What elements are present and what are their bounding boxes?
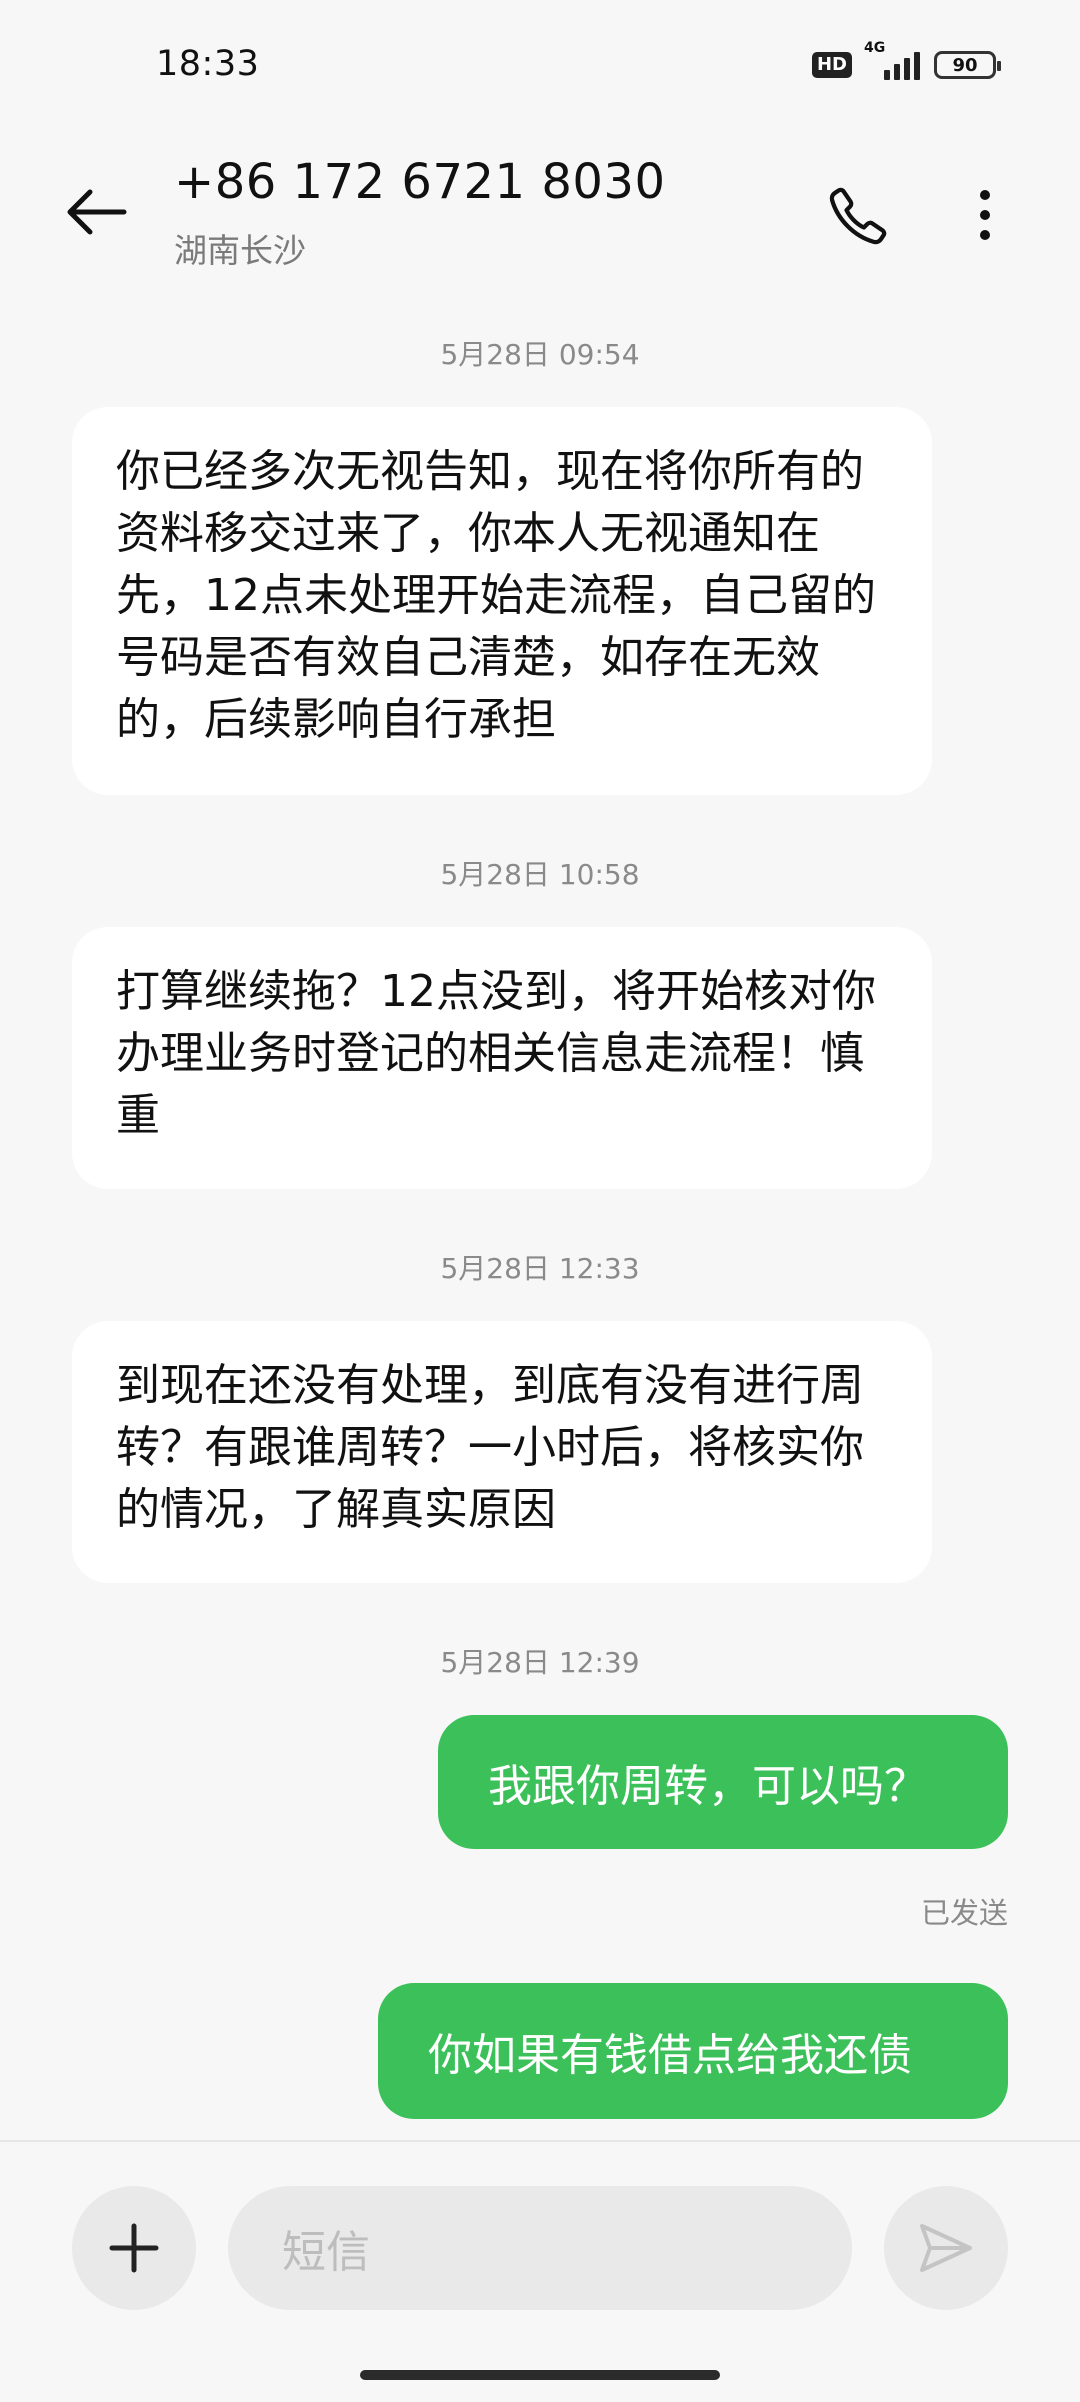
message-sent-status: 已发送	[920, 1896, 1008, 1930]
incoming-message-bubble[interactable]: 到现在还没有处理，到底有没有进行周转？有跟谁周转？一小时后，将核实你的情况，了解…	[72, 1321, 932, 1583]
battery-icon: 90	[934, 51, 1001, 79]
outgoing-message-bubble[interactable]: 你如果有钱借点给我还债	[378, 1983, 1008, 2119]
status-icons: HD 4G 90	[811, 40, 1001, 80]
plus-icon	[109, 2223, 159, 2273]
incoming-message-bubble[interactable]: 打算继续拖？12点没到，将开始核对你办理业务时登记的相关信息走流程！慎重	[72, 927, 932, 1189]
conversation-header: +86 172 6721 8030 湖南长沙	[0, 130, 1080, 290]
message-timestamp: 5月28日 10:58	[440, 858, 640, 891]
composer-bar: 短信	[0, 2140, 1080, 2402]
back-arrow-icon[interactable]	[60, 182, 130, 242]
contact-location: 湖南长沙	[174, 231, 306, 270]
phone-icon[interactable]	[826, 184, 890, 248]
message-timestamp: 5月28日 12:33	[440, 1252, 640, 1285]
more-vertical-icon[interactable]	[965, 185, 1005, 245]
signal-icon: 4G	[864, 40, 920, 80]
message-input[interactable]: 短信	[228, 2186, 852, 2310]
message-input-placeholder: 短信	[282, 2227, 370, 2278]
contact-number: +86 172 6721 8030	[174, 154, 666, 210]
message-timestamp: 5月28日 12:39	[440, 1646, 640, 1679]
battery-level: 90	[952, 54, 978, 76]
home-indicator[interactable]	[360, 2370, 720, 2380]
outgoing-message-bubble[interactable]: 我跟你周转，可以吗？	[438, 1715, 1008, 1849]
incoming-message-bubble[interactable]: 你已经多次无视告知，现在将你所有的资料移交过来了，你本人无视通知在先，12点未处…	[72, 407, 932, 795]
status-time: 18:33	[156, 44, 260, 84]
hd-voice-icon: HD	[811, 52, 852, 78]
message-timestamp: 5月28日 09:54	[440, 338, 640, 371]
send-button[interactable]	[884, 2186, 1008, 2310]
attach-button[interactable]	[72, 2186, 196, 2310]
send-icon	[920, 2224, 972, 2272]
status-bar: 18:33 HD 4G 90	[0, 0, 1080, 130]
network-type-label: 4G	[864, 40, 886, 56]
